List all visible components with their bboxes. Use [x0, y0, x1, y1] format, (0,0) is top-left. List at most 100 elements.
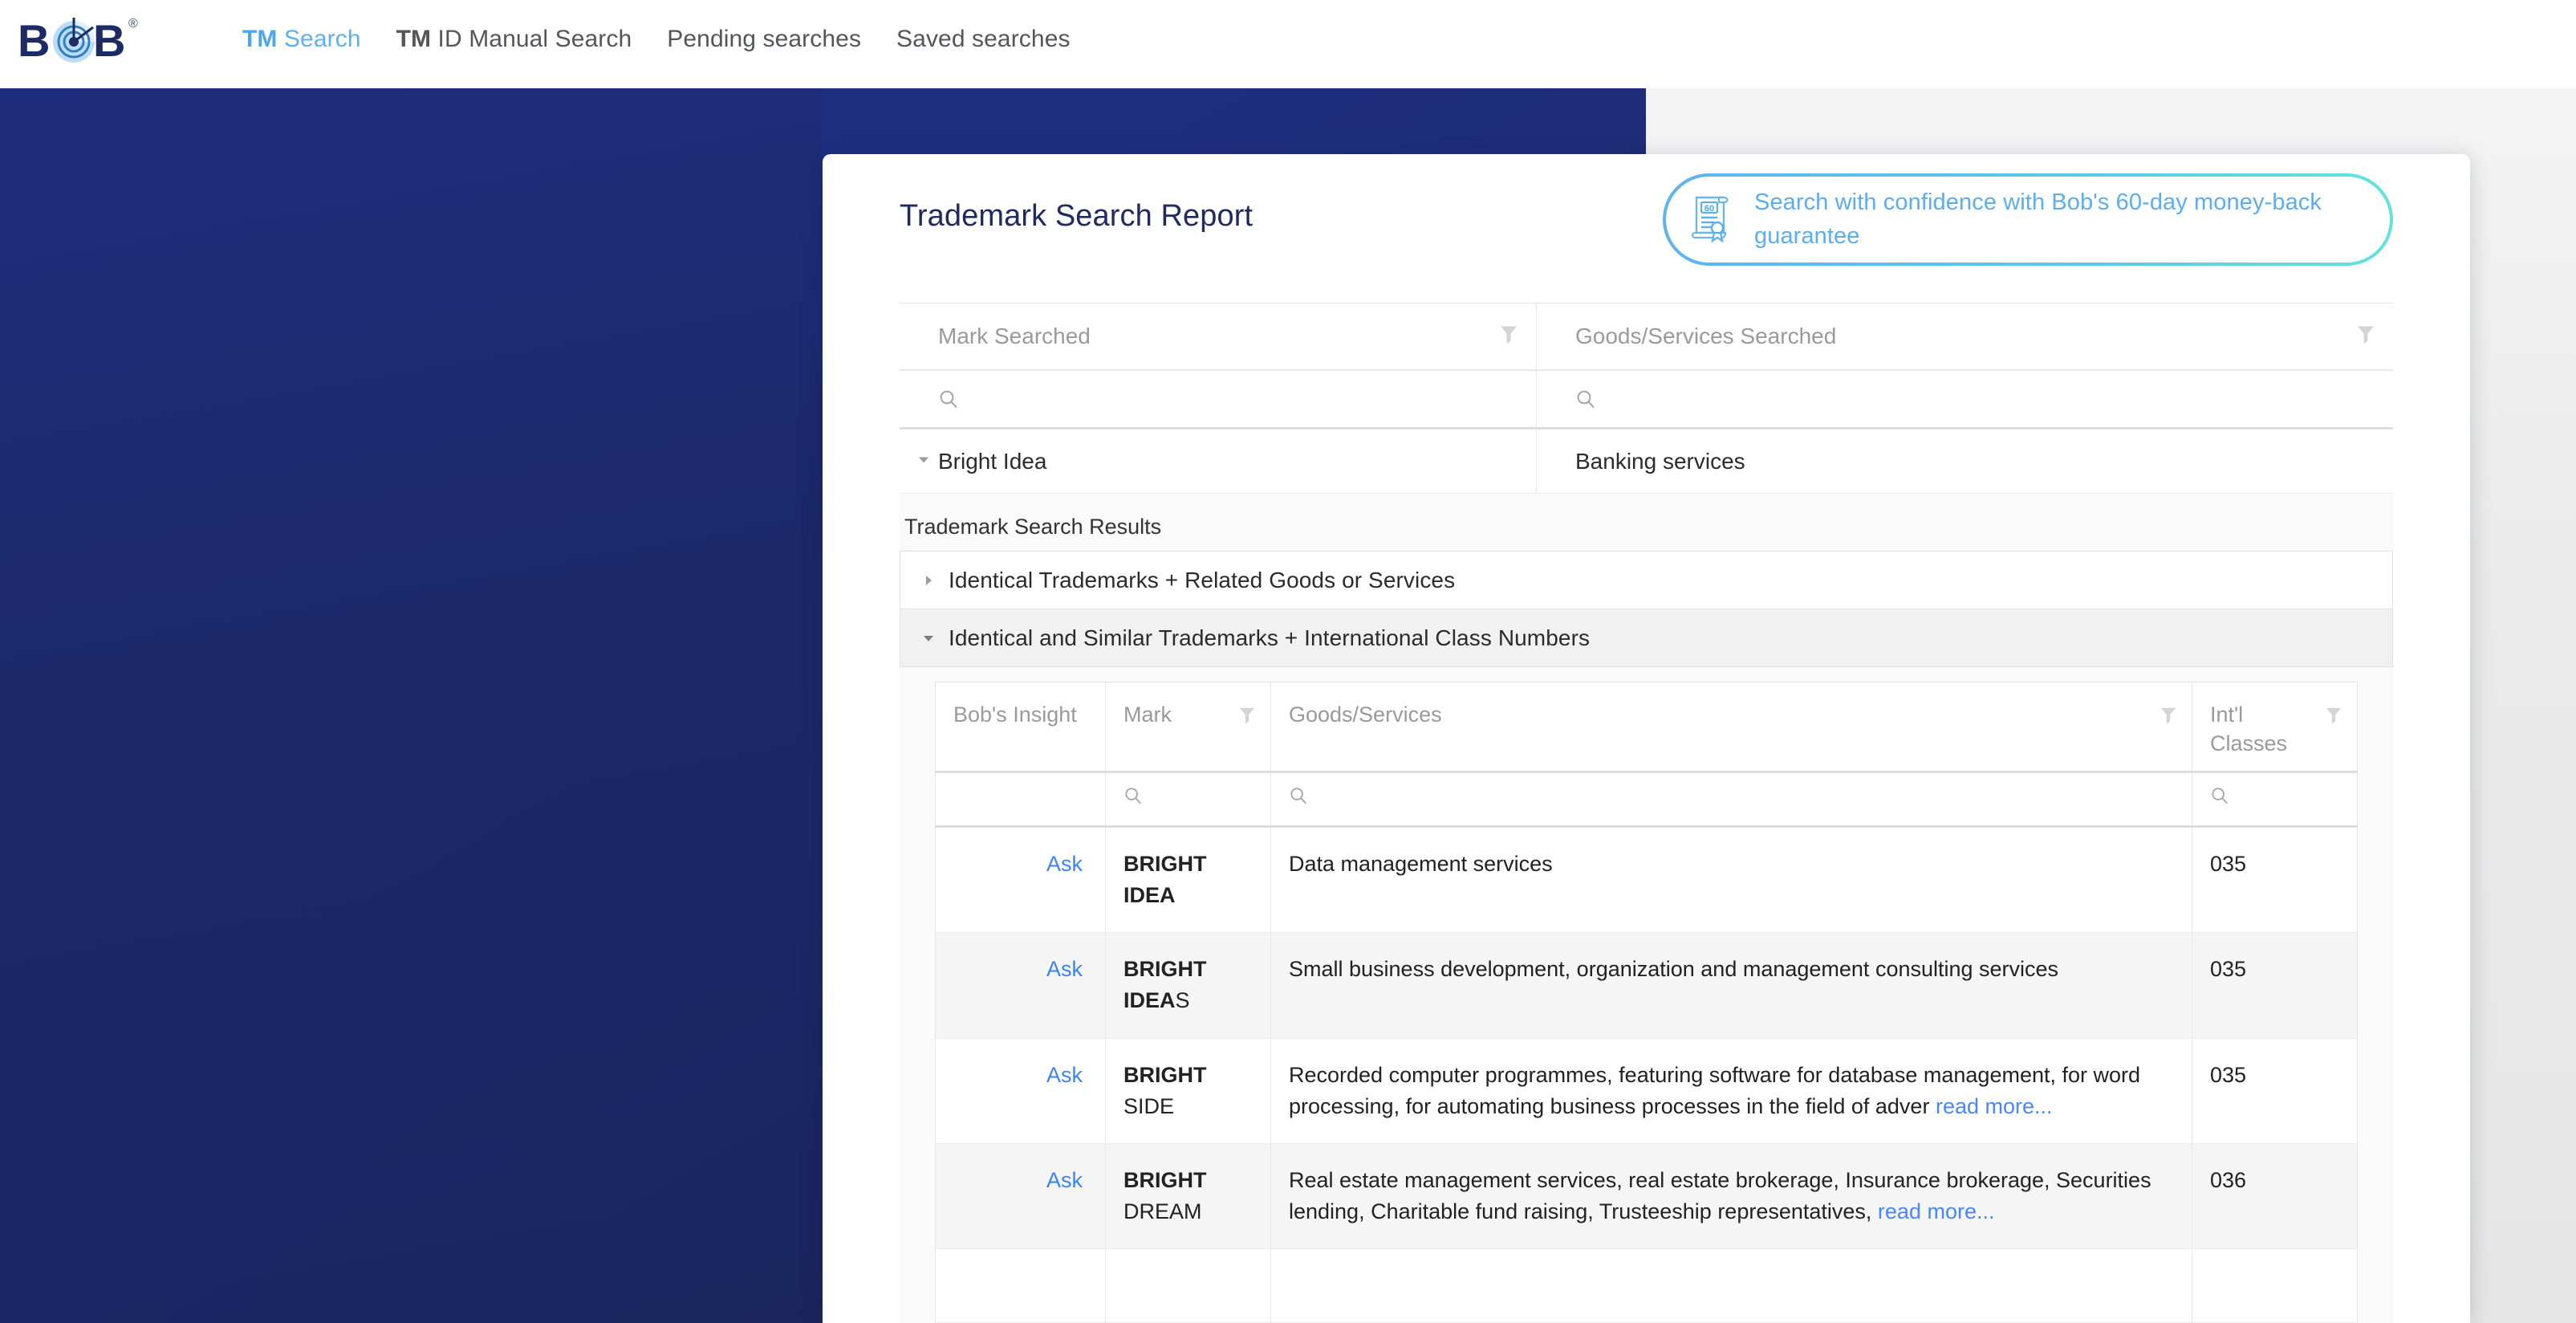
accordion-identical-similar-trademarks-intl-classes-label: Identical and Similar Trademarks + Inter…: [949, 625, 1591, 650]
chevron-right-icon[interactable]: [921, 573, 949, 588]
mark-cell: [1105, 1248, 1271, 1323]
bobs-insight-cell: Ask: [935, 1143, 1106, 1250]
filter-icon[interactable]: [1499, 324, 1518, 349]
nav-link-saved-searches[interactable]: Saved searches: [896, 24, 1071, 55]
svg-text:B: B: [18, 15, 50, 66]
svg-text:B: B: [93, 15, 125, 66]
column-header-goods-services-searched[interactable]: Goods/Services Searched: [1537, 303, 2393, 369]
ask-link[interactable]: Ask: [1046, 852, 1083, 876]
search-input-intl-classes[interactable]: [2192, 771, 2358, 828]
top-navigation-bar: B B ® TM Search TM ID Manual Search Pend…: [0, 0, 2576, 88]
mark-rest-part: DREAM: [1123, 1199, 1202, 1223]
filter-icon[interactable]: [2356, 324, 2375, 349]
intl-classes-value: 035: [2210, 852, 2247, 876]
bobs-insight-cell: Ask: [935, 1038, 1106, 1144]
mark-rest-part: S: [1175, 988, 1190, 1013]
accordion-identical-trademarks-related-goods[interactable]: Identical Trademarks + Related Goods or …: [900, 552, 2392, 609]
nav-link-list: TM Search TM ID Manual Search Pending se…: [242, 24, 1071, 55]
mark-rest-part: IDEA: [1123, 883, 1176, 908]
read-more-link[interactable]: read more...: [1936, 1094, 2053, 1118]
table-row-partial[interactable]: [935, 1248, 2358, 1323]
mark-searched-filter-row: [900, 371, 2393, 429]
read-more-link[interactable]: read more...: [1878, 1199, 1995, 1223]
registered-symbol: ®: [128, 17, 138, 31]
intl-classes-cell: 035: [2192, 1038, 2358, 1144]
column-header-intl-classes[interactable]: Int'l Classes: [2192, 682, 2358, 773]
results-table-filter-row: [935, 771, 2358, 828]
search-input-goods-services-searched[interactable]: [1537, 371, 2393, 427]
bobs-insight-cell: Ask: [935, 932, 1106, 1039]
ask-link[interactable]: Ask: [1046, 1063, 1083, 1087]
search-input-mark-searched[interactable]: [900, 371, 1537, 427]
results-table-container: Bob's Insight Mark Goods/Services Int'l …: [900, 667, 2393, 1323]
expand-caret-down-icon[interactable]: [916, 451, 932, 471]
table-row[interactable]: Ask BRIGHT IDEA Data management services…: [935, 826, 2358, 934]
column-header-mark-searched-label: Mark Searched: [938, 324, 1091, 348]
goods-services-searched-cell: Banking services: [1537, 429, 2393, 493]
nav-link-tm-id-manual-search[interactable]: TM ID Manual Search: [396, 24, 632, 55]
column-header-mark-label: Mark: [1123, 702, 1172, 727]
mark-rest-part: SIDE: [1123, 1093, 1175, 1118]
intl-classes-value: 035: [2210, 957, 2247, 982]
column-header-intl-classes-label: Int'l Classes: [2210, 702, 2288, 756]
results-heading: Trademark Search Results: [904, 515, 1162, 539]
ask-link[interactable]: Ask: [1046, 1168, 1083, 1192]
mark-bold-part: BRIGHT: [1123, 852, 1207, 876]
goods-services-cell: Small business development, organization…: [1270, 932, 2192, 1039]
report-card-header: Trademark Search Report 60 Search with c…: [823, 154, 2470, 303]
nav-link-pending-searches[interactable]: Pending searches: [667, 24, 861, 55]
mark-searched-cell: Bright Idea: [900, 429, 1537, 493]
search-input-goods-services[interactable]: [1270, 771, 2192, 828]
nav-link-tm-search-label: Search: [277, 26, 361, 52]
filter-cell-bobs-insight: [935, 771, 1106, 828]
goods-services-cell: [1270, 1248, 2192, 1323]
money-back-guarantee-banner[interactable]: 60 Search with confidence with Bob's 60-…: [1663, 173, 2393, 266]
trademark-search-report-card: Trademark Search Report 60 Search with c…: [823, 154, 2470, 1323]
goods-services-text: Real estate management services, real es…: [1289, 1167, 2151, 1223]
column-header-mark[interactable]: Mark: [1105, 682, 1271, 773]
nav-link-saved-searches-label: Saved searches: [896, 26, 1071, 52]
search-input-mark[interactable]: [1105, 771, 1271, 828]
certificate-60-day-icon: 60: [1690, 193, 1737, 246]
mark-searched-header-row: Mark Searched Goods/Services Searched: [900, 303, 2393, 371]
goods-services-cell: Recorded computer programmes, featuring …: [1270, 1038, 2192, 1144]
trademark-search-results-section: Trademark Search Results Identical Trade…: [900, 494, 2393, 1323]
ask-link[interactable]: Ask: [1046, 957, 1083, 981]
intl-classes-cell: 035: [2192, 826, 2358, 934]
hero-blue-overlay: [0, 88, 822, 1323]
intl-classes-cell: 035: [2192, 932, 2358, 1039]
mark-cell: BRIGHT IDEA: [1105, 826, 1271, 934]
search-icon: [900, 389, 959, 409]
results-table-body: Ask BRIGHT IDEA Data management services…: [935, 826, 2358, 1323]
filter-icon[interactable]: [2325, 703, 2342, 732]
column-header-goods-services[interactable]: Goods/Services: [1270, 682, 2192, 773]
nav-link-tm-id-manual-search-label: ID Manual Search: [431, 26, 632, 52]
bobs-insight-cell: [935, 1248, 1106, 1323]
chevron-down-icon[interactable]: [921, 631, 949, 645]
guarantee-text: Search with confidence with Bob's 60-day…: [1754, 189, 2322, 249]
filter-icon[interactable]: [2160, 703, 2177, 732]
column-header-goods-services-label: Goods/Services: [1289, 702, 1442, 727]
column-header-bobs-insight[interactable]: Bob's Insight: [935, 682, 1106, 773]
table-row[interactable]: Bright Idea Banking services: [900, 429, 2393, 494]
column-header-mark-searched[interactable]: Mark Searched: [900, 303, 1537, 369]
table-row[interactable]: Ask BRIGHT IDEAS Small business developm…: [935, 932, 2358, 1039]
results-table-header-row: Bob's Insight Mark Goods/Services Int'l …: [935, 682, 2358, 773]
mark-bold-part: BRIGHT: [1123, 1062, 1207, 1087]
search-icon: [1123, 788, 1143, 808]
table-row[interactable]: Ask BRIGHT DREAM Real estate management …: [935, 1143, 2358, 1250]
column-header-goods-services-searched-label: Goods/Services Searched: [1575, 324, 1837, 348]
column-header-bobs-insight-label: Bob's Insight: [953, 702, 1077, 727]
nav-link-tm-id-manual-search-prefix: TM: [396, 26, 432, 52]
accordion-identical-similar-trademarks-intl-classes[interactable]: Identical and Similar Trademarks + Inter…: [900, 609, 2392, 667]
intl-classes-cell: 036: [2192, 1143, 2358, 1250]
nav-link-pending-searches-label: Pending searches: [667, 26, 862, 52]
nav-link-tm-search-prefix: TM: [242, 26, 278, 52]
bob-logo[interactable]: B B ®: [16, 11, 144, 67]
nav-link-tm-search[interactable]: TM Search: [242, 24, 361, 55]
table-row[interactable]: Ask BRIGHT SIDE Recorded computer progra…: [935, 1038, 2358, 1144]
mark-cell: BRIGHT SIDE: [1105, 1038, 1271, 1144]
goods-services-cell: Real estate management services, real es…: [1270, 1143, 2192, 1250]
filter-icon[interactable]: [1238, 703, 1256, 732]
page-title: Trademark Search Report: [900, 199, 1253, 233]
